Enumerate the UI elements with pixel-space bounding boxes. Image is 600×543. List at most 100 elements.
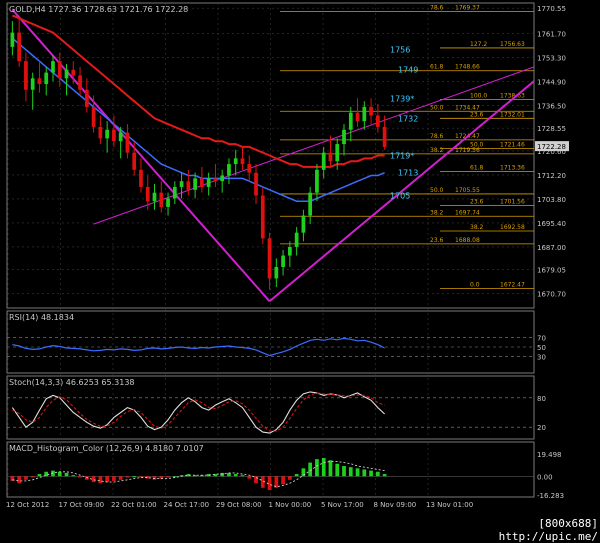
candle-body (315, 169, 319, 193)
fib-price-label: 1672.47 (500, 282, 525, 289)
macd-histogram-bar (321, 458, 326, 477)
fib-price-label: 1756.63 (500, 41, 525, 48)
candle-body (64, 69, 69, 79)
macd-histogram-bar (30, 476, 35, 478)
candle-body (321, 152, 326, 170)
time-tick-label: 5 Nov 17:00 (321, 501, 364, 509)
time-tick-label: 17 Oct 09:00 (59, 501, 105, 509)
candle-body (274, 266, 279, 279)
candle-body (30, 78, 35, 90)
candle-body (240, 158, 245, 165)
macd-histogram-bar (247, 476, 252, 479)
candle-body (186, 181, 191, 190)
price-tick-label: 1712.20 (537, 172, 566, 180)
stoch-line-signal (12, 392, 385, 432)
candle-body (125, 132, 130, 153)
time-tick-label: 13 Nov 01:00 (426, 501, 473, 509)
macd-histogram-bar (166, 476, 170, 478)
stoch-title: Stoch(14,3,3) 46.6253 65.3138 (9, 378, 135, 387)
macd-histogram-bar (233, 474, 238, 477)
candle-body (348, 112, 353, 130)
candle-body (105, 129, 109, 139)
candle-body (206, 178, 211, 187)
candle-body (335, 144, 340, 162)
macd-histogram-bar (37, 474, 42, 477)
macd-histogram-bar (125, 476, 130, 478)
time-tick-label: 29 Oct 08:00 (216, 501, 262, 509)
candle-body (118, 132, 123, 142)
fib-price-label: 1748.66 (455, 64, 480, 71)
candle-body (91, 106, 96, 127)
chart-window: 78.6 1769.37 127.2 1756.63 61.8 1748.66 100.0 1… (0, 0, 600, 543)
rsi-tick-label: 50 (537, 344, 546, 352)
price-tick-label: 1753.30 (537, 54, 566, 62)
fib-price-label: 1719.56 (455, 147, 480, 154)
macd-histogram-bar (71, 475, 76, 477)
fib-ratio-label: 23.6 (470, 111, 484, 118)
fib-price-label: 1697.74 (455, 209, 480, 216)
candle-body (294, 232, 299, 247)
candle-body (281, 255, 285, 267)
rsi-tick-label: 30 (537, 354, 546, 362)
fib-price-label: 1734.47 (455, 104, 480, 111)
candle-body (369, 106, 373, 116)
fib-ratio-label: 50.0 (430, 104, 444, 111)
price-tick-label: 1703.80 (537, 196, 566, 204)
price-tick-label: 1744.90 (537, 78, 566, 86)
macd-histogram-bar (17, 476, 22, 484)
fib-ratio-label: 38.2 (470, 224, 484, 231)
macd-histogram-bar (84, 476, 89, 480)
macd-tick-label: 19.498 (537, 451, 562, 459)
macd-histogram-bar (64, 472, 69, 477)
candle-body (152, 192, 157, 202)
macd-histogram-bar (281, 476, 285, 485)
fib-ratio-label: 78.6 (430, 5, 444, 12)
footer-watermark: [800x688] http://upic.me/ (452, 517, 598, 543)
candle-body (44, 72, 49, 85)
candle-body (145, 186, 150, 202)
candle-body (24, 61, 28, 90)
macd-histogram-bar (220, 472, 225, 477)
fib-ratio-label: 38.2 (430, 209, 444, 216)
macd-histogram-bar (328, 460, 333, 477)
candle-body (355, 112, 360, 122)
candle-body (308, 192, 313, 216)
macd-histogram-bar (24, 476, 28, 480)
macd-histogram-bar (254, 476, 258, 484)
fib-ratio-label: 127.2 (470, 41, 487, 48)
fib-ratio-label: 38.2 (430, 147, 444, 154)
candle-body (98, 126, 103, 139)
candle-body (78, 75, 82, 90)
candle-body (132, 152, 137, 170)
macd-histogram-bar (342, 466, 346, 477)
candle-body (17, 32, 22, 62)
stoch-tick-label: 80 (537, 395, 546, 403)
macd-histogram-bar (132, 476, 137, 478)
candle-body (112, 129, 116, 142)
candle-body (342, 129, 346, 145)
candle-body (247, 164, 252, 173)
candle-body (10, 32, 15, 47)
time-tick-label: 8 Nov 09:00 (374, 501, 417, 509)
macd-histogram-bar (118, 476, 123, 480)
candle-body (51, 61, 55, 73)
fib-price-label: 1769.37 (455, 5, 480, 12)
price-annotation: 1713 (398, 169, 418, 178)
fib-ratio-label: 61.8 (470, 165, 484, 172)
macd-histogram-bar (112, 476, 116, 481)
macd-histogram-bar (98, 476, 103, 484)
macd-histogram-bar (78, 476, 82, 478)
price-layer: 78.6 1769.37 127.2 1756.63 61.8 1748.66 100.0 1… (7, 3, 535, 497)
candle-body (288, 246, 292, 256)
fib-price-label: 1732.01 (500, 111, 525, 118)
rsi-tick-label: 70 (537, 334, 546, 342)
macd-histogram-bar (288, 476, 292, 480)
price-annotation: 1732 (398, 114, 418, 123)
axis-layer: 1770.55 1761.70 1753.30 1744.90 1736.50 1728.… (6, 5, 569, 509)
fib-ratio-label: 23.6 (430, 237, 444, 244)
macd-histogram-bar (57, 471, 62, 477)
candle-body (254, 172, 258, 196)
fib-ratio-label: 61.8 (430, 64, 444, 71)
price-tick-label: 1687.00 (537, 244, 566, 252)
candle-body (233, 158, 238, 165)
